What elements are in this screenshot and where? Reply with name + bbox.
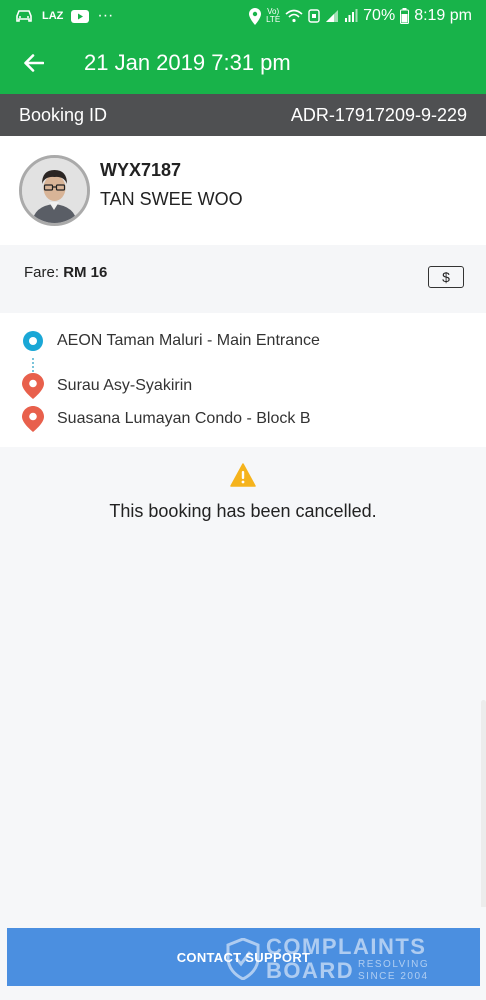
driver-info: WYX7187 TAN SWEE WOO	[100, 160, 243, 210]
booking-id-bar: Booking ID ADR-17917209-9-229	[0, 94, 486, 136]
driver-card: WYX7187 TAN SWEE WOO	[0, 136, 486, 245]
cancellation-notice: This booking has been cancelled.	[0, 447, 486, 907]
hotspot-icon	[308, 9, 320, 23]
warning-icon	[230, 463, 256, 487]
footer: CONTACT SUPPORT	[0, 907, 486, 1000]
vehicle-plate: WYX7187	[100, 159, 182, 180]
app-bar: 21 Jan 2019 7:31 pm	[0, 32, 486, 94]
booking-id-value: ADR-17917209-9-229	[290, 104, 467, 125]
fare-amount: RM 16	[63, 264, 108, 281]
battery-percent: 70%	[363, 7, 396, 24]
location-icon	[249, 7, 262, 25]
fare-text: Fare: RM 16	[24, 264, 107, 281]
overflow-icon: ···	[97, 7, 114, 24]
route-stop-dropoff: Suasana Lumayan Condo - Block B	[22, 406, 310, 432]
back-arrow-icon	[24, 54, 44, 72]
driver-name: TAN SWEE WOO	[100, 188, 243, 209]
fare-section: Fare: RM 16 $	[0, 245, 486, 313]
route-stop-label: Suasana Lumayan Condo - Block B	[57, 410, 311, 427]
status-left: LAZ ···	[14, 7, 113, 25]
driver-photo	[22, 158, 87, 223]
location-pin-icon	[22, 373, 44, 399]
route-stop-label: Surau Asy-Syakirin	[57, 377, 193, 394]
route-stop-label: AEON Taman Maluri - Main Entrance	[57, 332, 320, 349]
carrier-label: LAZ	[42, 10, 64, 22]
scroll-indicator	[481, 700, 486, 935]
signal-icon-2	[345, 9, 358, 22]
wifi-icon	[285, 9, 303, 23]
fare-label: Fare:	[24, 264, 60, 281]
driver-avatar	[19, 155, 90, 226]
route-connector	[32, 358, 34, 372]
cash-payment-icon: $	[428, 266, 464, 288]
location-pin-icon	[22, 406, 44, 432]
route-stop-waypoint: Surau Asy-Syakirin	[22, 373, 192, 399]
pickup-icon	[23, 331, 43, 351]
status-right: Vo) LTE 70% 8:19 pm	[249, 7, 472, 25]
signal-icon-1	[326, 10, 339, 22]
lte-label: LTE	[266, 15, 281, 24]
clock: 8:19 pm	[414, 7, 472, 24]
contact-support-button[interactable]: CONTACT SUPPORT	[7, 928, 480, 986]
volte-indicator: Vo) LTE	[266, 8, 280, 24]
page-title: 21 Jan 2019 7:31 pm	[84, 50, 291, 75]
car-icon	[16, 10, 32, 22]
back-button[interactable]	[0, 32, 68, 94]
status-bar: LAZ ··· Vo) LTE 70% 8:19 pm	[0, 0, 486, 32]
youtube-icon	[71, 9, 90, 23]
cancellation-message: This booking has been cancelled.	[109, 501, 377, 521]
battery-icon	[400, 8, 410, 24]
booking-id-label: Booking ID	[19, 104, 108, 125]
route-stop-pickup: AEON Taman Maluri - Main Entrance	[22, 330, 320, 352]
